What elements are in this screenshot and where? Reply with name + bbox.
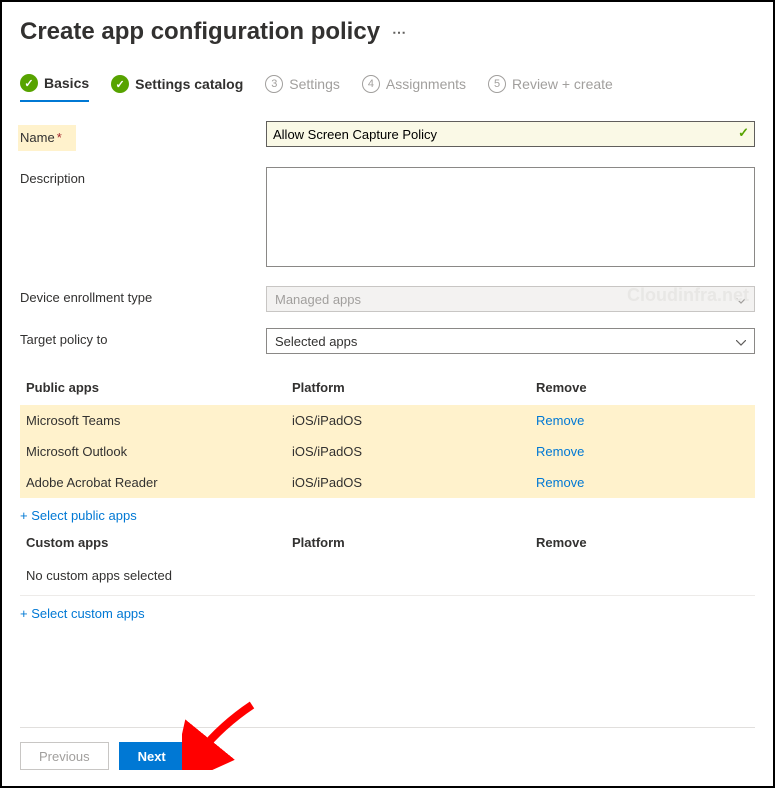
remove-link[interactable]: Remove <box>536 444 584 459</box>
name-input[interactable] <box>266 121 755 147</box>
target-dropdown[interactable]: Selected apps <box>266 328 755 354</box>
step-settings-catalog[interactable]: ✓ Settings catalog <box>111 74 243 102</box>
custom-apps-header: Custom apps Platform Remove <box>20 533 755 560</box>
check-icon: ✓ <box>738 125 749 141</box>
enrollment-dropdown: Managed apps <box>266 286 755 312</box>
check-icon: ✓ <box>20 74 38 92</box>
step-assignments[interactable]: 4 Assignments <box>362 74 466 102</box>
select-custom-apps-link[interactable]: + Select custom apps <box>20 596 145 631</box>
chevron-down-icon <box>736 334 746 349</box>
enrollment-label: Device enrollment type <box>20 286 266 305</box>
remove-link[interactable]: Remove <box>536 413 584 428</box>
step-settings[interactable]: 3 Settings <box>265 74 340 102</box>
name-label: Name* <box>20 121 266 151</box>
public-apps-rows: Microsoft Teams iOS/iPadOS Remove Micros… <box>20 405 755 498</box>
check-icon: ✓ <box>111 75 129 93</box>
chevron-down-icon <box>736 292 746 307</box>
custom-apps-empty: No custom apps selected <box>20 560 755 591</box>
footer-bar: Previous Next <box>20 727 755 770</box>
select-public-apps-link[interactable]: + Select public apps <box>20 498 137 533</box>
step-review-create[interactable]: 5 Review + create <box>488 74 613 102</box>
target-label: Target policy to <box>20 328 266 347</box>
next-button[interactable]: Next <box>119 742 185 770</box>
wizard-steps: ✓ Basics ✓ Settings catalog 3 Settings 4… <box>20 74 755 103</box>
public-apps-header: Public apps Platform Remove <box>20 370 755 405</box>
page-title: Create app configuration policy ⋯ <box>20 18 755 46</box>
step-basics[interactable]: ✓ Basics <box>20 74 89 102</box>
table-row: Microsoft Teams iOS/iPadOS Remove <box>20 405 755 436</box>
step-number-icon: 5 <box>488 75 506 93</box>
description-input[interactable] <box>266 167 755 267</box>
remove-link[interactable]: Remove <box>536 475 584 490</box>
table-row: Adobe Acrobat Reader iOS/iPadOS Remove <box>20 467 755 498</box>
step-number-icon: 3 <box>265 75 283 93</box>
description-label: Description <box>20 167 266 186</box>
more-icon[interactable]: ⋯ <box>392 24 407 41</box>
table-row: Microsoft Outlook iOS/iPadOS Remove <box>20 436 755 467</box>
previous-button: Previous <box>20 742 109 770</box>
step-number-icon: 4 <box>362 75 380 93</box>
